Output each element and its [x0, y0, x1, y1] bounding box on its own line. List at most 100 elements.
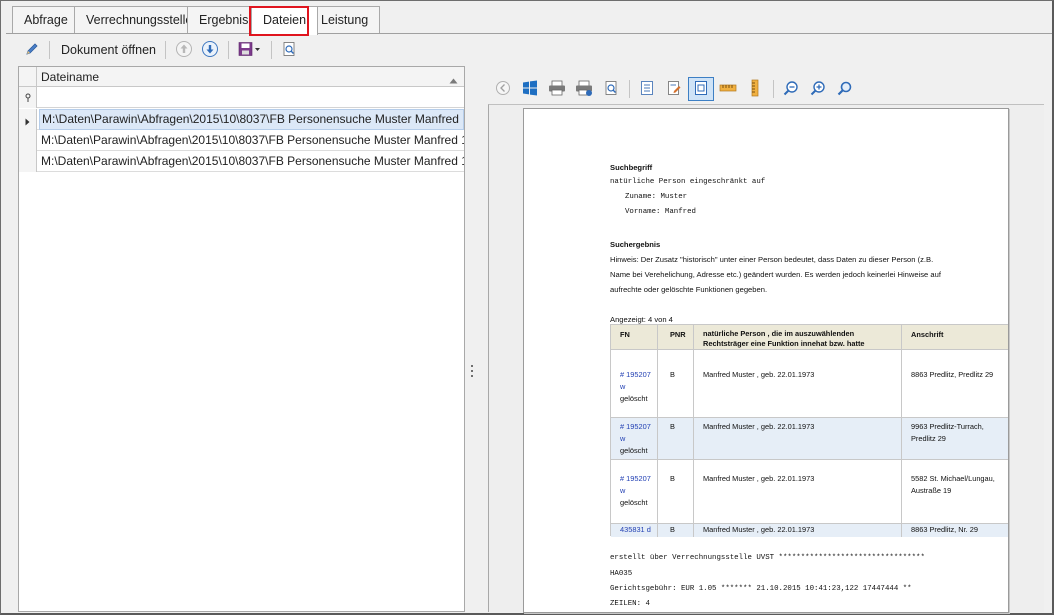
- zoom-in-icon: [810, 80, 826, 99]
- toolbar-separator: [227, 41, 229, 59]
- document-page: Suchbegriff natürliche Person eingeschrä…: [523, 108, 1009, 613]
- fn-link-suffix[interactable]: w: [620, 485, 625, 496]
- address-cell-line2: Predlitz 29: [911, 434, 946, 443]
- fn-link-suffix[interactable]: w: [620, 381, 625, 392]
- table-row-divider: [611, 417, 1008, 418]
- row-indicator: [19, 130, 37, 151]
- back-button[interactable]: [490, 77, 516, 101]
- fn-status: gelöscht: [620, 394, 648, 403]
- column-header-dateiname[interactable]: Dateiname: [41, 70, 99, 84]
- search-criteria-line: natürliche Person eingeschränkt auf: [610, 178, 766, 186]
- address-cell: 8863 Predlitz, Nr. 29: [911, 525, 978, 534]
- address-cell-line2: Austraße 19: [911, 486, 952, 495]
- move-down-button[interactable]: [197, 38, 223, 62]
- viewer-toolbar-separator: [773, 80, 774, 98]
- document-viewer-toolbar: [490, 76, 859, 102]
- table-column-divider: [901, 325, 902, 537]
- result-heading: Suchergebnis: [610, 240, 661, 249]
- filename-cell[interactable]: M:\Daten\Parawin\Abfragen\2015\10\8037\F…: [39, 151, 464, 172]
- fn-link[interactable]: # 195207: [620, 369, 651, 380]
- tab-verrechnungsstelle[interactable]: Verrechnungsstelle: [74, 6, 205, 34]
- zoom-icon: [837, 80, 853, 99]
- tab-ergebnis[interactable]: Ergebnis: [187, 6, 261, 34]
- arrow-down-circle-icon: [201, 40, 219, 61]
- result-table: FN PNR natürliche Person , die im auszuw…: [610, 324, 1008, 537]
- windows-icon: [522, 80, 538, 99]
- quick-print-button[interactable]: [571, 77, 597, 101]
- toolbar-separator: [270, 41, 272, 59]
- save-dropdown-button[interactable]: [234, 38, 266, 62]
- fn-link[interactable]: # 195207: [620, 473, 651, 484]
- fn-link[interactable]: 435831 d: [620, 524, 651, 535]
- zoom-out-button[interactable]: [778, 77, 804, 101]
- save-dropdown-icon: [238, 41, 262, 60]
- zoom-button[interactable]: [832, 77, 858, 101]
- edit-page-button[interactable]: [661, 77, 687, 101]
- fn-status: gelöscht: [620, 446, 648, 455]
- footer-line: HA035: [610, 570, 633, 578]
- row-indicator: [19, 109, 37, 130]
- pencil-icon: [24, 41, 40, 60]
- pnr-cell: B: [670, 370, 675, 379]
- page-setup-button[interactable]: [598, 77, 624, 101]
- table-column-divider: [693, 325, 694, 537]
- single-page-icon: [639, 80, 655, 99]
- tab-abfrage[interactable]: Abfrage: [12, 6, 80, 34]
- ruler-horizontal-button[interactable]: [715, 77, 741, 101]
- open-document-button[interactable]: Dokument öffnen: [55, 38, 160, 62]
- print-icon: [548, 80, 566, 99]
- table-row: [611, 350, 1008, 417]
- grid-filter-row[interactable]: [19, 87, 464, 108]
- fn-status: gelöscht: [620, 498, 648, 507]
- table-row[interactable]: M:\Daten\Parawin\Abfragen\2015\10\8037\F…: [19, 151, 464, 172]
- address-cell: 8863 Predlitz, Predlitz 29: [911, 370, 994, 379]
- filter-pin-icon: [24, 92, 32, 106]
- footer-line: Gerichtsgebühr: EUR 1.05 ******* 21.10.2…: [610, 585, 912, 593]
- sort-ascending-icon[interactable]: [449, 73, 458, 87]
- zoom-in-button[interactable]: [805, 77, 831, 101]
- table-column-divider: [657, 325, 658, 537]
- person-cell: Manfred Muster , geb. 22.01.1973: [703, 525, 815, 534]
- address-cell: 9963 Predlitz-Turrach,: [911, 422, 984, 431]
- header-person-line2: Rechtsträger eine Funktion innehat bzw. …: [703, 339, 865, 348]
- filename-cell[interactable]: M:\Daten\Parawin\Abfragen\2015\10\8037\F…: [39, 130, 464, 151]
- search-criteria-line: Vorname: Manfred: [625, 208, 696, 216]
- pnr-cell: B: [670, 474, 675, 483]
- windows-button[interactable]: [517, 77, 543, 101]
- tab-leistung[interactable]: Leistung: [309, 6, 381, 34]
- document-preview-area[interactable]: Suchbegriff natürliche Person eingeschrä…: [488, 104, 1044, 613]
- fn-link-suffix[interactable]: w: [620, 433, 625, 444]
- file-grid: Dateiname M:\Daten\Parawin\Abfragen\2015…: [18, 66, 465, 612]
- pnr-cell: B: [670, 422, 675, 431]
- hint-text-line: aufrechte oder gelöschte Funktionen gege…: [610, 285, 768, 294]
- toolbar-separator: [49, 41, 50, 59]
- table-row[interactable]: M:\Daten\Parawin\Abfragen\2015\10\8037\F…: [19, 130, 464, 151]
- fit-page-icon: [693, 80, 709, 99]
- fit-page-button[interactable]: [688, 77, 714, 101]
- print-button[interactable]: [544, 77, 570, 101]
- footer-line: ZEILEN: 4: [610, 600, 650, 608]
- edit-button[interactable]: [20, 38, 44, 62]
- filter-indicator: [19, 87, 37, 108]
- tab-dateien[interactable]: Dateien: [251, 6, 319, 35]
- quick-print-icon: [575, 80, 593, 99]
- table-row[interactable]: M:\Daten\Parawin\Abfragen\2015\10\8037\F…: [19, 109, 464, 130]
- filename-cell[interactable]: M:\Daten\Parawin\Abfragen\2015\10\8037\F…: [39, 109, 464, 130]
- search-heading: Suchbegriff: [610, 163, 653, 172]
- print-preview-button[interactable]: [277, 38, 301, 62]
- page-setup-icon: [603, 80, 619, 99]
- shown-count: Angezeigt: 4 von 4: [610, 315, 673, 324]
- ruler-vertical-icon: [747, 79, 763, 100]
- single-page-button[interactable]: [634, 77, 660, 101]
- move-up-button[interactable]: [171, 38, 197, 62]
- person-cell: Manfred Muster , geb. 22.01.1973: [703, 370, 815, 379]
- header-address: Anschrift: [911, 330, 944, 339]
- address-cell: 5582 St. Michael/Lungau,: [911, 474, 995, 483]
- edit-page-icon: [666, 80, 682, 99]
- hint-text-line: Hinweis: Der Zusatz "historisch" unter e…: [610, 255, 934, 264]
- viewer-toolbar-separator: [629, 80, 630, 98]
- ruler-vertical-button[interactable]: [742, 77, 768, 101]
- back-icon: [495, 80, 511, 99]
- panel-splitter[interactable]: [467, 66, 485, 612]
- fn-link[interactable]: # 195207: [620, 421, 651, 432]
